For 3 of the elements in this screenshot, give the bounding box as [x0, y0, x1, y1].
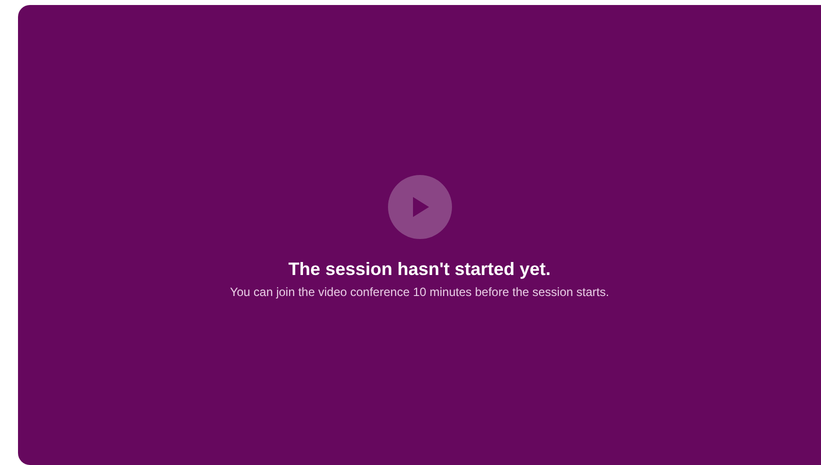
status-message: You can join the video conference 10 minutes before the session starts. — [230, 285, 610, 299]
status-title: The session hasn't started yet. — [288, 259, 551, 280]
play-icon[interactable] — [388, 175, 452, 239]
